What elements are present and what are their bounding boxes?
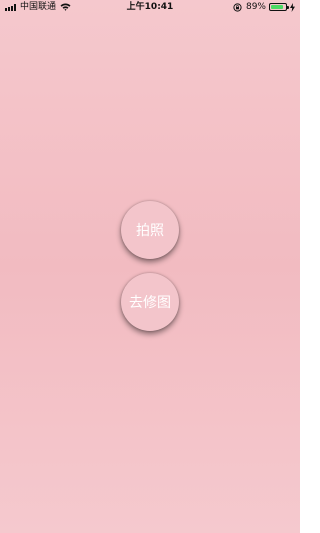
- edit-photo-button[interactable]: 去修图: [121, 273, 179, 331]
- status-bar: 中国联通 上午10:41 89%: [0, 0, 300, 14]
- take-photo-button[interactable]: 拍照: [121, 201, 179, 259]
- battery-fill: [271, 5, 283, 9]
- battery-percent: 89%: [245, 2, 266, 12]
- battery-icon: [269, 3, 289, 11]
- charging-icon: [290, 2, 295, 12]
- status-right: 89%: [233, 0, 295, 14]
- app-screen: 中国联通 上午10:41 89% 拍照 去修图: [0, 0, 300, 533]
- lock-rotation-icon: [233, 2, 242, 12]
